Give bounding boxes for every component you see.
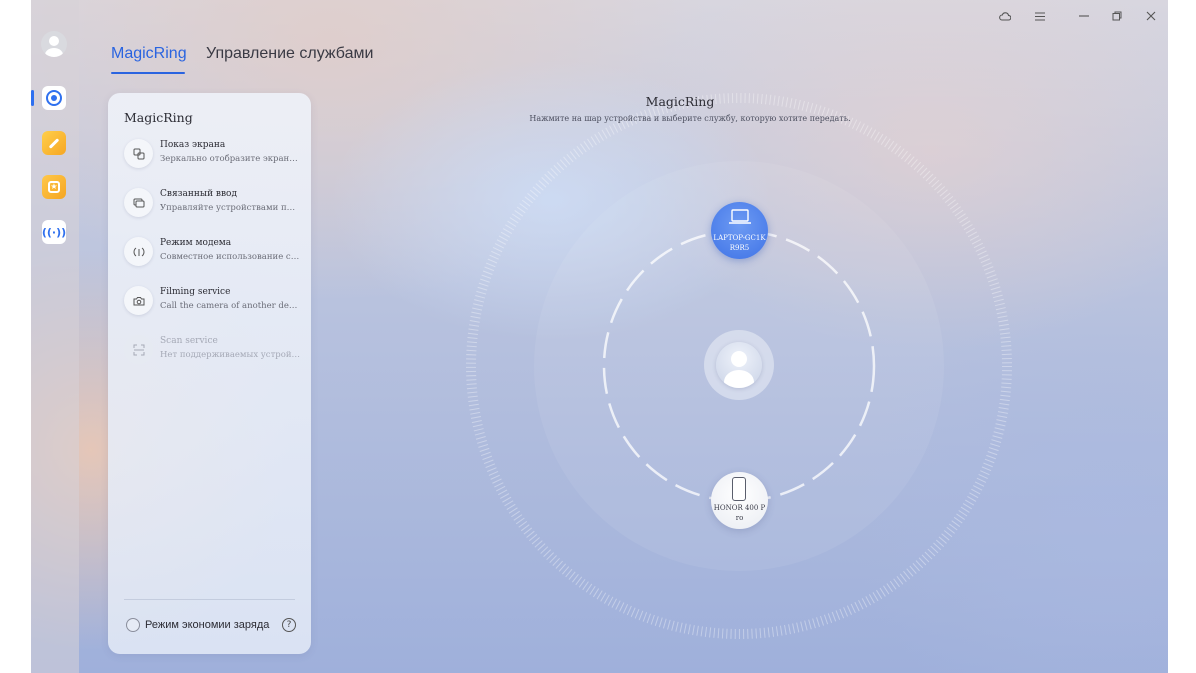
phone-icon <box>732 477 746 501</box>
device-name: LAPTOP-GC1KR9R5 <box>713 234 766 252</box>
magicring-window: ★ ((·)) MagicRing Управление службами Ma… <box>31 0 1168 673</box>
laptop-icon <box>729 209 751 224</box>
device-ball-laptop[interactable]: LAPTOP-GC1KR9R5 <box>711 202 768 259</box>
magic-ring-graphic <box>466 93 1012 639</box>
device-name: HONOR 400 Pro <box>713 504 766 522</box>
self-avatar <box>716 342 762 388</box>
main-title: MagicRing <box>645 94 715 109</box>
main-subtitle: Нажмите на шар устройства и выберите слу… <box>529 114 851 123</box>
device-ball-phone[interactable]: HONOR 400 Pro <box>711 472 768 529</box>
